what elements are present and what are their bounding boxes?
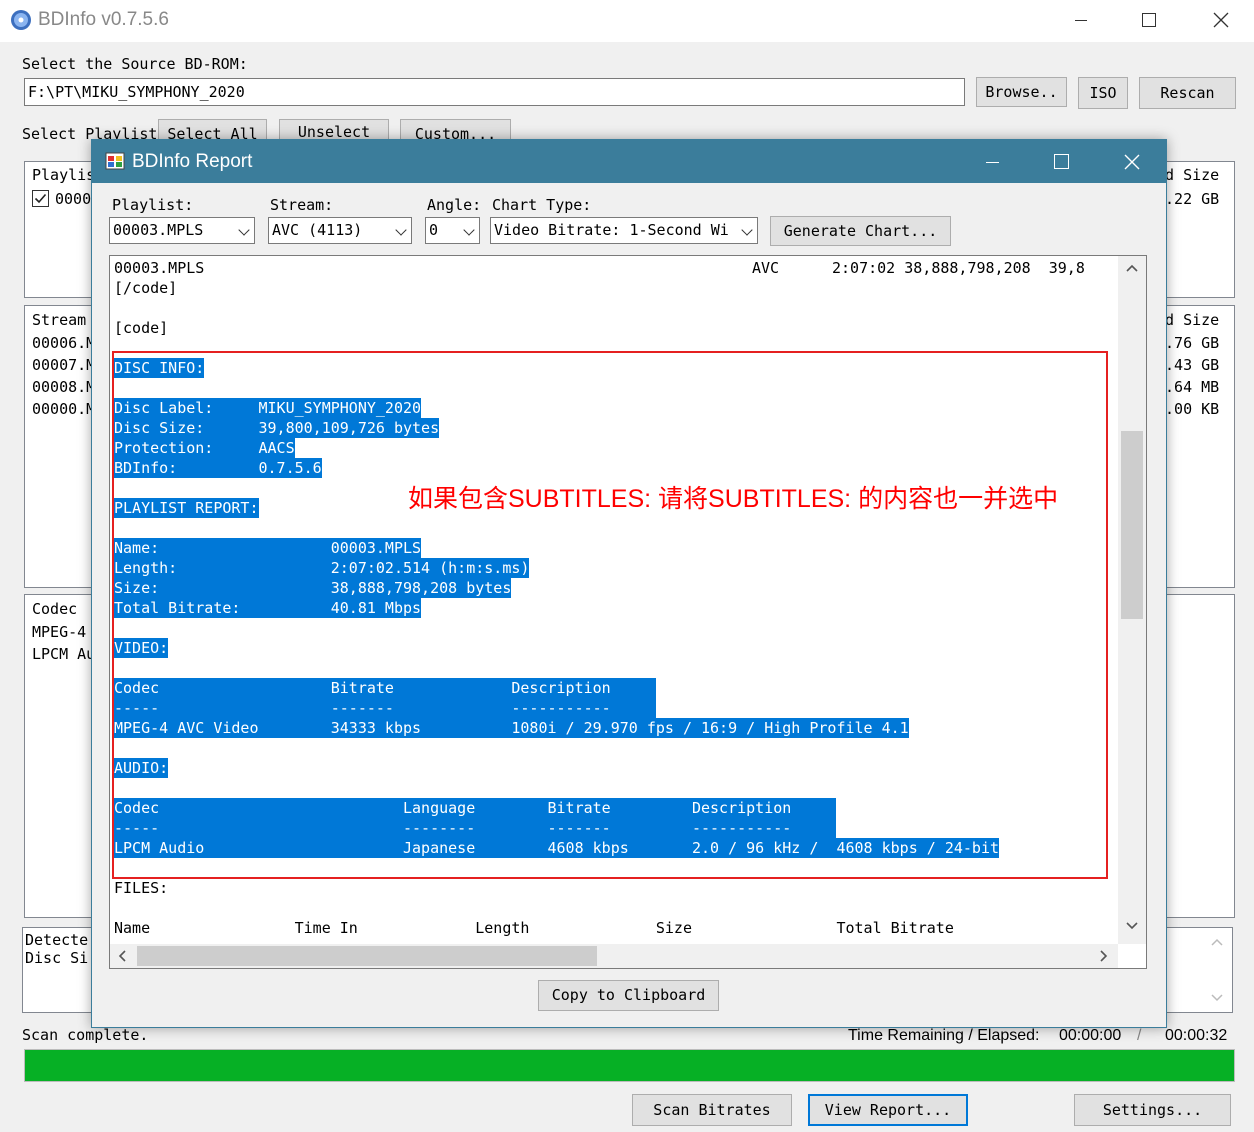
scroll-down-icon[interactable] (1126, 922, 1138, 930)
report-vertical-scrollbar[interactable] (1118, 256, 1146, 944)
playlist-select[interactable]: 00003.MPLS (109, 217, 255, 244)
stream-row-name[interactable]: 00000.M (32, 400, 95, 418)
maximize-button[interactable] (1126, 0, 1172, 40)
view-report-button[interactable]: View Report... (808, 1094, 968, 1126)
progress-fill (25, 1050, 1234, 1081)
scan-bitrates-button[interactable]: Scan Bitrates (632, 1094, 792, 1126)
report-minimize-button[interactable] (969, 140, 1015, 183)
codec-row[interactable]: MPEG-4 (32, 623, 86, 641)
settings-button[interactable]: Settings... (1074, 1094, 1231, 1126)
selection-annotation-box (112, 351, 1108, 879)
disc-icon (11, 10, 31, 30)
source-label: Select the Source BD-ROM: (22, 55, 248, 73)
stream-row-name[interactable]: 00006.M (32, 334, 95, 352)
report-line: FILES: (114, 879, 169, 897)
maximize-icon (1142, 13, 1156, 27)
main-title-bar: BDInfo v0.7.5.6 (0, 0, 1254, 42)
maximize-icon (1054, 154, 1069, 169)
minimize-button[interactable] (1058, 0, 1104, 40)
angle-select-value: 0 (429, 221, 439, 239)
report-horizontal-scrollbar[interactable] (110, 944, 1118, 968)
report-line: 2:07:02 38,888,798,208 39,8 (832, 259, 1085, 277)
close-icon (1124, 154, 1140, 170)
detected-line: Disc Si (25, 949, 89, 967)
annotation-text: 如果包含SUBTITLES: 请将SUBTITLES: 的内容也一并选中 (408, 485, 1059, 513)
angle-select[interactable]: 0 (425, 217, 480, 244)
stream-header: Stream (32, 311, 87, 329)
report-chart-type-label: Chart Type: (492, 196, 592, 214)
report-close-button[interactable] (1109, 140, 1155, 183)
generate-chart-button[interactable]: Generate Chart... (770, 216, 951, 246)
playlist-checkbox[interactable] (32, 190, 49, 207)
minimize-icon (986, 162, 999, 163)
report-hscroll-thumb[interactable] (137, 946, 597, 966)
codec-row[interactable]: LPCM Au (32, 645, 95, 663)
scroll-left-icon[interactable] (118, 950, 126, 962)
report-scroll-thumb[interactable] (1121, 431, 1143, 619)
minimize-icon (1075, 20, 1087, 21)
playlist-select-value: 00003.MPLS (113, 221, 204, 239)
status-text: Scan complete. (22, 1026, 149, 1044)
chevron-down-icon (238, 224, 250, 236)
checkmark-icon (34, 193, 47, 204)
browse-button[interactable]: Browse.. (976, 77, 1067, 107)
chevron-down-icon (463, 224, 475, 236)
report-stream-label: Stream: (270, 196, 334, 214)
progress-bar (24, 1049, 1235, 1082)
scroll-down-icon[interactable] (1211, 994, 1223, 1002)
report-line: AVC (752, 259, 780, 277)
stream-select[interactable]: AVC (4113) (268, 217, 412, 244)
chevron-down-icon (741, 224, 753, 236)
codec-header: Codec (32, 600, 78, 618)
time-label: Time Remaining / Elapsed: (848, 1027, 1040, 1044)
playlist-header: Playlis (32, 166, 96, 184)
report-angle-label: Angle: (427, 196, 482, 214)
report-line: 00003.MPLS (114, 259, 205, 277)
scroll-up-icon[interactable] (1126, 264, 1138, 272)
report-maximize-button[interactable] (1038, 140, 1084, 183)
report-window-title: BDInfo Report (132, 151, 253, 172)
report-window: BDInfo Report Playlist: 00003.MPLS Strea… (91, 139, 1167, 1028)
report-title-bar: BDInfo Report (92, 140, 1166, 183)
close-button[interactable] (1198, 0, 1244, 40)
chevron-down-icon (395, 224, 407, 236)
chart-type-select[interactable]: Video Bitrate: 1-Second Wi (490, 217, 758, 244)
time-elapsed: 00:00:32 (1165, 1027, 1228, 1044)
report-line: Name Time In Length Size Total Bitrate (114, 919, 954, 937)
stream-row-name[interactable]: 00008.M (32, 378, 95, 396)
source-path-input[interactable]: F:\PT\MIKU_SYMPHONY_2020 (24, 78, 965, 106)
iso-button[interactable]: ISO (1078, 77, 1128, 109)
report-text-area[interactable]: 00003.MPLS AVC 2:07:02 38,888,798,208 39,8… (109, 255, 1147, 969)
report-playlist-label: Playlist: (112, 196, 194, 214)
time-separator: / (1137, 1027, 1142, 1044)
detected-line: Detecte (25, 931, 89, 949)
playlist-row-id[interactable]: 0000 (55, 190, 91, 208)
scroll-right-icon[interactable] (1100, 950, 1108, 962)
report-line: [code] (114, 319, 169, 337)
chart-type-select-value: Video Bitrate: 1-Second Wi (494, 221, 729, 239)
rescan-button[interactable]: Rescan (1139, 77, 1236, 109)
report-window-icon (105, 152, 125, 170)
stream-select-value: AVC (4113) (272, 221, 363, 239)
close-icon (1213, 12, 1229, 28)
time-remaining: 00:00:00 (1059, 1027, 1122, 1044)
report-line: [/code] (114, 279, 178, 297)
scroll-up-icon[interactable] (1211, 938, 1223, 946)
copy-to-clipboard-button[interactable]: Copy to Clipboard (538, 980, 719, 1011)
stream-row-name[interactable]: 00007.M (32, 356, 95, 374)
main-window-title: BDInfo v0.7.5.6 (38, 9, 169, 30)
